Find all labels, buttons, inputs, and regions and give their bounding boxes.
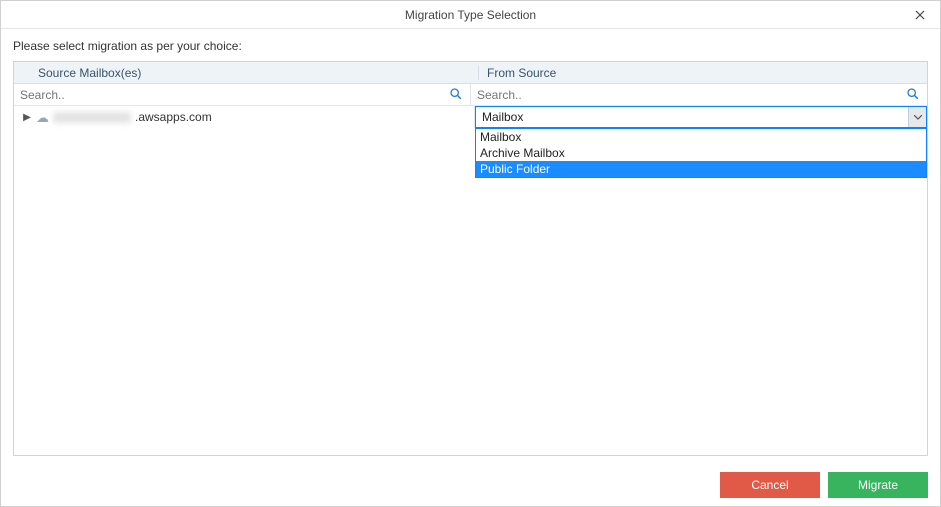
- column-headers: Source Mailbox(es) From Source: [14, 62, 927, 84]
- instruction-text: Please select migration as per your choi…: [1, 29, 940, 61]
- search-input-left[interactable]: [18, 87, 445, 103]
- close-button[interactable]: [900, 1, 940, 29]
- close-icon: [915, 10, 925, 20]
- search-cell-left: [14, 84, 471, 105]
- combobox-option-archive-mailbox[interactable]: Archive Mailbox: [476, 145, 926, 161]
- chevron-down-icon: [914, 115, 922, 120]
- combobox-option-mailbox[interactable]: Mailbox: [476, 129, 926, 145]
- content-area: Source Mailbox(es) From Source ▶ ☁ .aws: [1, 61, 940, 464]
- migrate-button[interactable]: Migrate: [828, 472, 928, 498]
- combobox-selected-value: Mailbox: [476, 110, 908, 124]
- column-header-from-source[interactable]: From Source: [479, 66, 927, 80]
- data-row: ▶ ☁ .awsapps.com Mailbox Mailbox Archive…: [14, 106, 927, 128]
- window-title: Migration Type Selection: [405, 8, 536, 22]
- titlebar: Migration Type Selection: [1, 1, 940, 29]
- selection-grid: Source Mailbox(es) From Source ▶ ☁ .aws: [13, 61, 928, 456]
- mailbox-name-redacted: [53, 112, 131, 123]
- combobox-option-public-folder[interactable]: Public Folder: [476, 161, 926, 177]
- expand-arrow-icon[interactable]: ▶: [22, 112, 32, 123]
- mailbox-tree-item[interactable]: ▶ ☁ .awsapps.com: [14, 106, 475, 128]
- search-icon-right[interactable]: [902, 87, 923, 103]
- mailbox-domain-suffix: .awsapps.com: [135, 110, 212, 124]
- combobox-dropdown-button[interactable]: [908, 107, 926, 127]
- cloud-icon: ☁: [36, 111, 49, 124]
- combobox-dropdown-list: Mailbox Archive Mailbox Public Folder: [475, 128, 927, 178]
- from-source-combobox[interactable]: Mailbox: [475, 106, 927, 128]
- search-cell-right: [471, 84, 927, 105]
- from-source-cell: Mailbox Mailbox Archive Mailbox Public F…: [475, 106, 927, 128]
- footer: Cancel Migrate: [1, 464, 940, 506]
- search-row: [14, 84, 927, 106]
- column-header-source-mailboxes[interactable]: Source Mailbox(es): [14, 66, 479, 80]
- search-icon-left[interactable]: [445, 87, 466, 103]
- search-input-right[interactable]: [475, 87, 902, 103]
- cancel-button[interactable]: Cancel: [720, 472, 820, 498]
